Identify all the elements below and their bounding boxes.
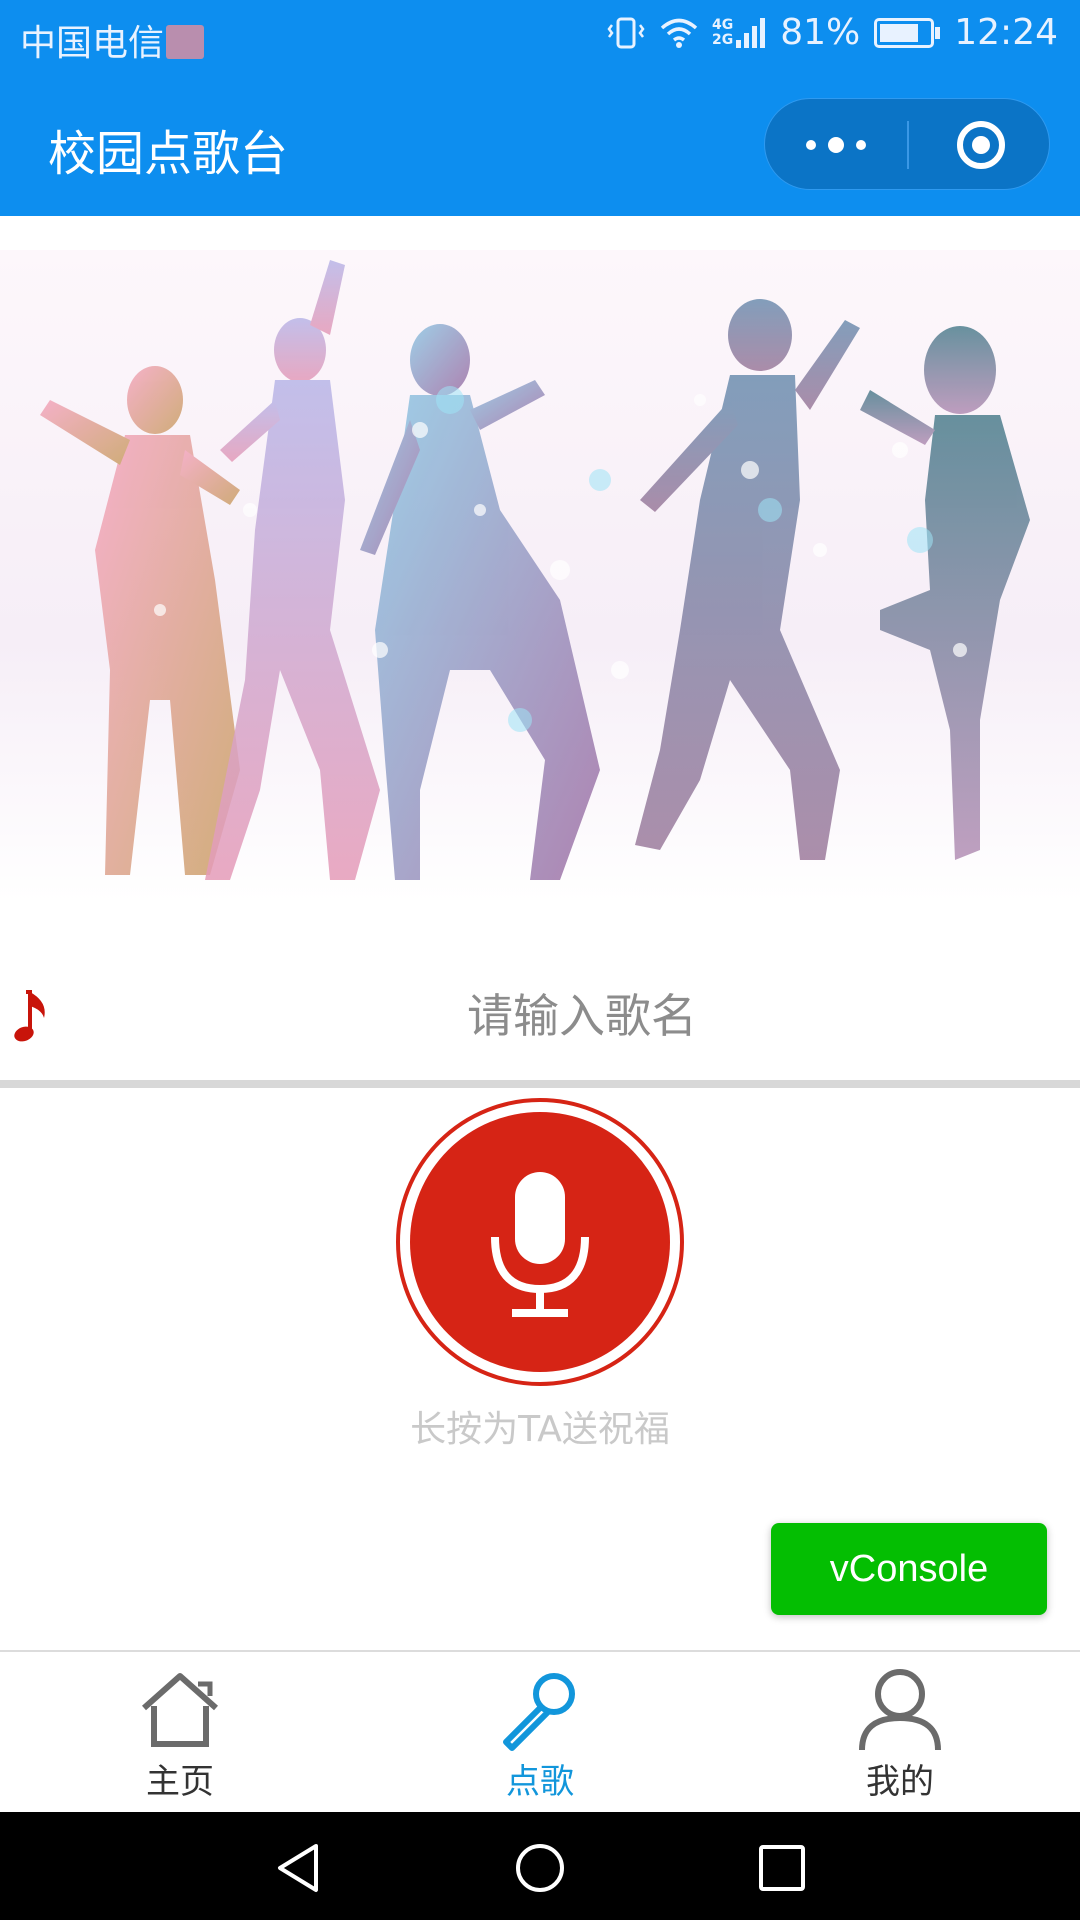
carrier: 中国电信 [20, 14, 205, 66]
carrier-name: 中国电信 [20, 23, 165, 64]
signal-icon [736, 17, 766, 48]
network-type: 4G 2G [712, 16, 766, 48]
page-title: 校园点歌台 [48, 126, 289, 182]
song-search [0, 960, 1080, 1078]
more-dot-icon [856, 140, 866, 150]
recents-icon[interactable] [756, 1842, 808, 1894]
microphone-icon [491, 1172, 589, 1317]
tab-mine-label: 我的 [866, 1762, 934, 1802]
wifi-icon [660, 18, 698, 48]
home-circle-icon[interactable] [514, 1842, 566, 1894]
music-note-icon [14, 990, 45, 1042]
status-indicators: 4G 2G 81% 12:24 [592, 12, 1058, 53]
dancer-silhouette [40, 366, 240, 875]
dancer-silhouette [205, 260, 380, 880]
microphone-icon [503, 1673, 575, 1751]
clock: 12:24 [954, 12, 1058, 53]
song-name-input[interactable] [60, 980, 1080, 1052]
dancer-silhouette [860, 326, 1030, 860]
divider [0, 1080, 1080, 1088]
home-icon [142, 1673, 218, 1747]
tab-bar: 主页 点歌 我的 [0, 1650, 1080, 1812]
network-type-top: 4G [712, 16, 734, 33]
vibrate-icon [607, 17, 645, 48]
capsule-divider [907, 121, 909, 169]
tab-home[interactable]: 主页 [0, 1652, 360, 1812]
user-icon [859, 1669, 941, 1751]
tab-request-song[interactable]: 点歌 [360, 1652, 720, 1812]
tab-request-song-label: 点歌 [506, 1762, 574, 1802]
dancer-silhouette [360, 324, 600, 880]
voice-record-button[interactable] [396, 1098, 684, 1386]
more-dot-icon [806, 140, 816, 150]
status-bar: 中国电信 4G 2G 81% 12:24 [0, 0, 1080, 74]
battery-icon [874, 17, 941, 48]
mini-program-capsule [764, 98, 1050, 190]
close-target-icon[interactable] [957, 121, 1005, 169]
vconsole-button[interactable]: vConsole [771, 1523, 1047, 1615]
banner-image [0, 250, 1080, 902]
mic-hint: 长按为TA送祝福 [410, 1409, 670, 1450]
dancer-silhouette [635, 299, 860, 860]
more-dot-icon [828, 137, 844, 153]
nav-bar: 校园点歌台 [0, 74, 1080, 216]
tab-home-label: 主页 [146, 1762, 214, 1802]
system-nav-bar [0, 1812, 1080, 1920]
voice-record-button-face [410, 1112, 670, 1372]
more-button[interactable] [765, 99, 907, 191]
back-icon[interactable] [272, 1842, 324, 1894]
notification-icon [166, 25, 205, 59]
network-type-bottom: 2G [712, 31, 734, 48]
battery-percent: 81% [780, 12, 861, 53]
tab-mine[interactable]: 我的 [720, 1652, 1080, 1812]
